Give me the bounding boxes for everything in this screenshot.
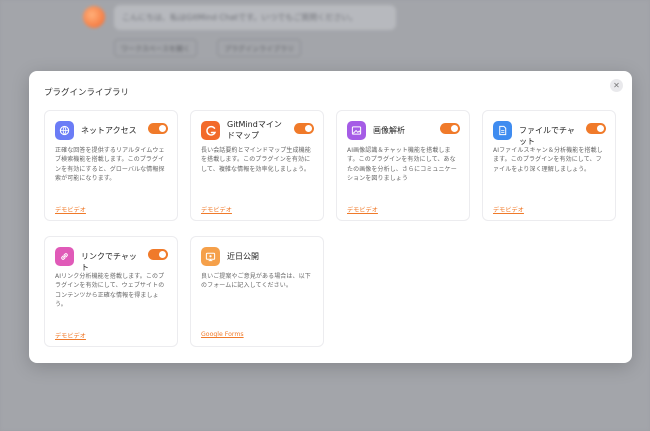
demo-video-link[interactable]: デモビデオ <box>493 205 524 214</box>
bot-avatar <box>83 6 105 28</box>
modal-title: プラグインライブラリ <box>44 88 130 98</box>
plugin-name: 画像解析 <box>373 126 405 135</box>
plugin-name: 近日公開 <box>227 252 259 261</box>
plugin-name: GitMindマインドマップ <box>227 120 282 140</box>
demo-video-link[interactable]: デモビデオ <box>55 331 86 340</box>
gitmind-logo-icon <box>201 121 220 140</box>
link-icon <box>55 247 74 266</box>
chat-bubble: こんにちは、私はGitMind Chatです。いつでもご質問ください。 <box>114 5 396 30</box>
image-icon <box>347 121 366 140</box>
plugin-description: 長い会話要約とマインドマップ生成機能を搭載します。このプラグインを有効にして、複… <box>201 147 311 173</box>
plugin-card-link-chat: リンクでチャット AIリンク分析機能を搭載します。このプラグインを有効にして、ウ… <box>44 236 178 347</box>
plugin-description: AIファイルスキャン＆分析機能を搭載します。このプラグインを有効にして、ファイル… <box>493 147 603 173</box>
demo-video-link[interactable]: デモビデオ <box>347 205 378 214</box>
plugin-card-file-chat: ファイルでチャット AIファイルスキャン＆分析機能を搭載します。このプラグインを… <box>482 110 616 221</box>
globe-icon <box>55 121 74 140</box>
plugin-toggle[interactable] <box>586 123 606 134</box>
close-icon[interactable]: ✕ <box>610 79 623 92</box>
plugin-card-image-analysis: 画像解析 AI画像認識＆チャット機能を搭載します。このプラグインを有効にして、あ… <box>336 110 470 221</box>
demo-video-link[interactable]: デモビデオ <box>55 205 86 214</box>
plugin-description: 良いご提案やご意見がある場合は、以下のフォームに記入してください。 <box>201 273 311 290</box>
plugin-card-net-access: ネットアクセス 正確な回答を提供するリアルタイムウェブ検索機能を搭載します。この… <box>44 110 178 221</box>
open-workspace-button: ワークスペースを開く <box>114 39 197 57</box>
plugin-name: ネットアクセス <box>81 126 137 135</box>
document-icon <box>493 121 512 140</box>
plugin-description: AI画像認識＆チャット機能を搭載します。このプラグインを有効にして、あなたの画像… <box>347 147 457 182</box>
coming-soon-icon <box>201 247 220 266</box>
plugin-card-gitmind-mindmap: GitMindマインドマップ 長い会話要約とマインドマップ生成機能を搭載します。… <box>190 110 324 221</box>
plugin-library-modal: プラグインライブラリ ✕ ネットアクセス 正確な回答を提供するリアルタイムウェブ… <box>29 71 632 363</box>
plugin-description: AIリンク分析機能を搭載します。このプラグインを有効にして、ウェブサイトのコンテ… <box>55 273 165 308</box>
plugin-toggle[interactable] <box>294 123 314 134</box>
plugin-description: 正確な回答を提供するリアルタイムウェブ検索機能を搭載します。このプラグインを有効… <box>55 147 165 182</box>
plugin-toggle[interactable] <box>148 123 168 134</box>
plugin-name: リンクでチャット <box>81 252 137 272</box>
demo-video-link[interactable]: デモビデオ <box>201 205 232 214</box>
plugin-toggle[interactable] <box>440 123 460 134</box>
plugin-card-coming-soon: 近日公開 良いご提案やご意見がある場合は、以下のフォームに記入してください。 G… <box>190 236 324 347</box>
plugin-library-button: プラグインライブラリ <box>217 39 301 57</box>
plugin-name: ファイルでチャット <box>519 126 575 146</box>
google-forms-link[interactable]: Google Forms <box>201 331 244 338</box>
plugin-toggle[interactable] <box>148 249 168 260</box>
